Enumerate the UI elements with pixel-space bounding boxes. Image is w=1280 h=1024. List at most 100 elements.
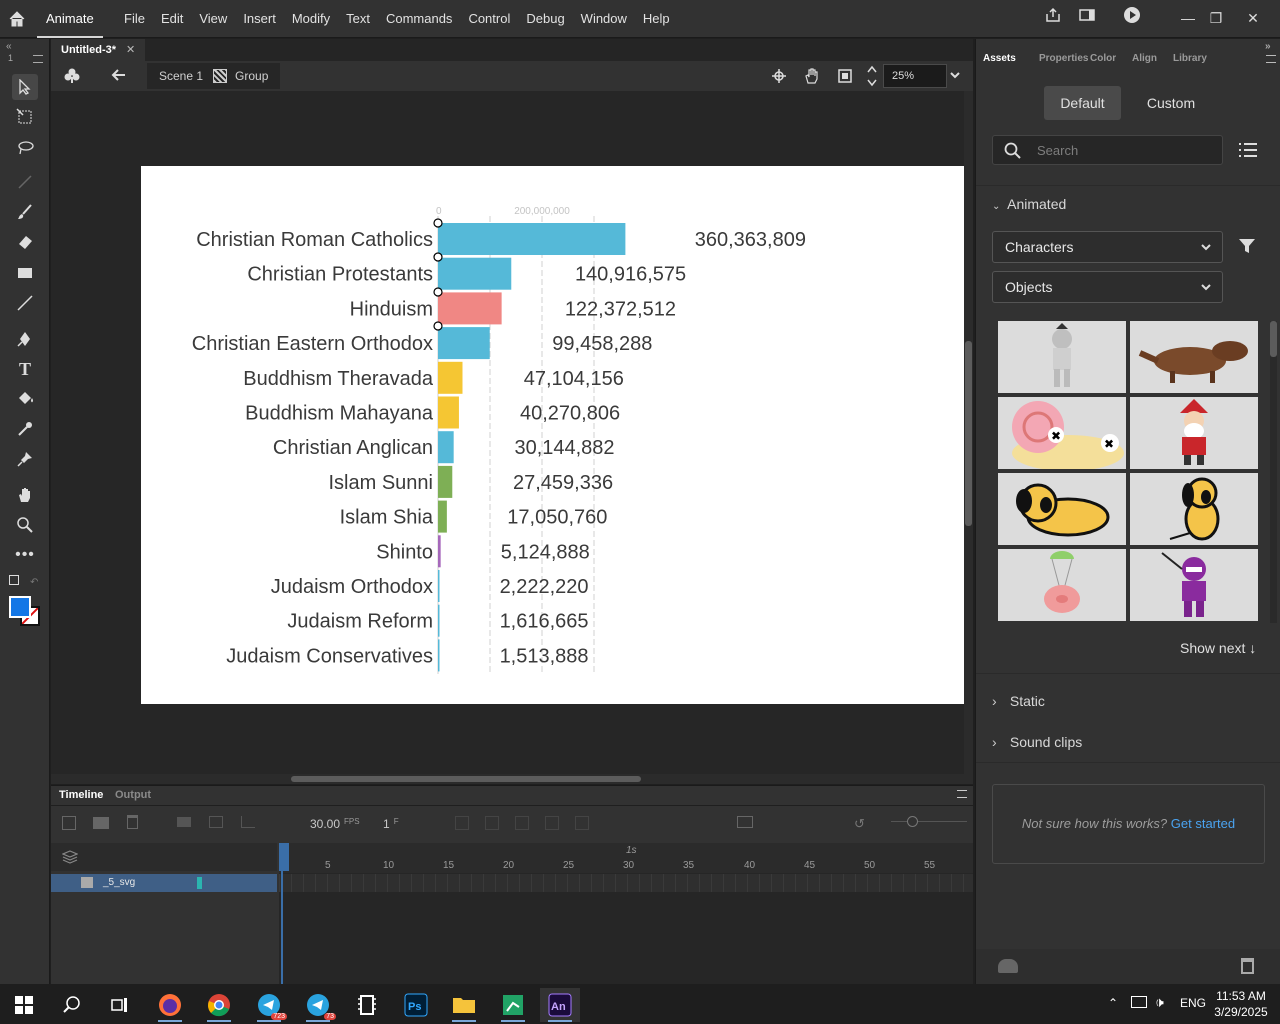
free-transform-tool-icon[interactable]: [12, 104, 38, 130]
frame-cell[interactable]: [711, 874, 712, 892]
photoshop-icon[interactable]: Ps: [396, 988, 436, 1022]
asset-ninja-thumbnail[interactable]: [1130, 549, 1258, 621]
publish-icon[interactable]: [1041, 6, 1065, 30]
frame-cell[interactable]: [411, 874, 412, 892]
windows-start-icon[interactable]: [4, 988, 44, 1022]
spreadsheet-icon[interactable]: [493, 988, 533, 1022]
frame-cell[interactable]: [891, 874, 892, 892]
expand-panel-icon[interactable]: »: [1265, 41, 1271, 52]
frame-cell[interactable]: [471, 874, 472, 892]
frame-cell[interactable]: [939, 874, 940, 892]
frame-cell[interactable]: [723, 874, 724, 892]
frame-cell[interactable]: [615, 874, 616, 892]
frame-display[interactable]: 1F: [383, 817, 399, 831]
file-explorer-icon[interactable]: [444, 988, 484, 1022]
default-colors-icon[interactable]: ↶: [30, 577, 38, 588]
menu-commands[interactable]: Commands: [378, 0, 460, 38]
frame-cell[interactable]: [399, 874, 400, 892]
frame-cell[interactable]: [963, 874, 964, 892]
asset-dog-lying-thumbnail[interactable]: [998, 473, 1126, 545]
breadcrumb-scene[interactable]: Scene 1: [159, 69, 203, 83]
frame-cell[interactable]: [363, 874, 364, 892]
frame-cell[interactable]: [591, 874, 592, 892]
pen-tool-icon[interactable]: [12, 326, 38, 352]
frame-cell[interactable]: [423, 874, 424, 892]
frame-cell[interactable]: [855, 874, 856, 892]
frame-cell[interactable]: [327, 874, 328, 892]
frame-cell[interactable]: [903, 874, 904, 892]
frame-cell[interactable]: [519, 874, 520, 892]
frame-cell[interactable]: [579, 874, 580, 892]
frame-cell[interactable]: [783, 874, 784, 892]
menu-debug[interactable]: Debug: [518, 0, 572, 38]
task-view-icon[interactable]: [100, 988, 140, 1022]
frame-cell[interactable]: [759, 874, 760, 892]
menu-file[interactable]: File: [116, 0, 153, 38]
list-view-icon[interactable]: [1238, 141, 1258, 162]
panel-menu-icon[interactable]: [1266, 55, 1276, 63]
input-language[interactable]: ENG: [1180, 996, 1206, 1010]
tab-align[interactable]: Align: [1132, 53, 1157, 64]
clubs-symbol-icon[interactable]: [63, 67, 81, 88]
frame-cell[interactable]: [867, 874, 868, 892]
frame-cell[interactable]: [879, 874, 880, 892]
frame-cell[interactable]: [447, 874, 448, 892]
zoom-stepper-icon[interactable]: [866, 64, 878, 91]
vertical-scroll-thumb[interactable]: [965, 341, 972, 526]
asset-snail-thumbnail[interactable]: ✖ ✖: [998, 397, 1126, 469]
delete-layer-icon[interactable]: [127, 815, 138, 829]
asset-mummy-thumbnail[interactable]: [998, 321, 1126, 393]
menu-help[interactable]: Help: [635, 0, 678, 38]
document-tab[interactable]: Untitled-3* ✕: [51, 39, 146, 61]
frame-row[interactable]: [279, 874, 973, 892]
home-icon[interactable]: [8, 10, 26, 28]
menu-control[interactable]: Control: [460, 0, 518, 38]
frame-cell[interactable]: [375, 874, 376, 892]
animated-section-header[interactable]: ⌄ Animated: [992, 196, 1066, 212]
eraser-tool-icon[interactable]: [12, 229, 38, 255]
frame-cell[interactable]: [651, 874, 652, 892]
default-segment[interactable]: Default: [1044, 86, 1121, 120]
asset-pig-parachute-thumbnail[interactable]: [998, 549, 1126, 621]
onion-outline-icon[interactable]: [485, 816, 499, 830]
frame-cell[interactable]: [303, 874, 304, 892]
menu-insert[interactable]: Insert: [235, 0, 284, 38]
frame-cell[interactable]: [555, 874, 556, 892]
frame-cell[interactable]: [603, 874, 604, 892]
frame-cell[interactable]: [807, 874, 808, 892]
center-stage-icon[interactable]: [771, 68, 787, 87]
menu-view[interactable]: View: [191, 0, 235, 38]
menu-text[interactable]: Text: [338, 0, 378, 38]
brush-tool-icon[interactable]: [12, 199, 38, 225]
restore-icon[interactable]: ❐: [1204, 6, 1228, 30]
frame-cell[interactable]: [339, 874, 340, 892]
insert-tween-icon[interactable]: [737, 816, 753, 828]
selection-tool-icon[interactable]: [12, 74, 38, 100]
tab-timeline[interactable]: Timeline: [59, 789, 103, 801]
screen-mode-icon[interactable]: [1075, 6, 1099, 30]
frame-cell[interactable]: [483, 874, 484, 892]
tab-color[interactable]: Color: [1090, 53, 1116, 64]
telegram-icon[interactable]: 73: [298, 988, 338, 1022]
swap-colors-icon[interactable]: [9, 575, 19, 585]
delete-asset-icon[interactable]: [1241, 958, 1254, 974]
onion-skin-icon[interactable]: [455, 816, 469, 830]
volume-icon[interactable]: 🕩: [1155, 994, 1164, 1011]
breadcrumb-group[interactable]: Group: [235, 69, 268, 83]
pin-tool-icon[interactable]: [12, 446, 38, 472]
frame-cell[interactable]: [915, 874, 916, 892]
chrome-icon[interactable]: [199, 988, 239, 1022]
playhead[interactable]: [279, 843, 289, 985]
frame-cell[interactable]: [819, 874, 820, 892]
frame-cell[interactable]: [507, 874, 508, 892]
graph-icon[interactable]: [241, 816, 255, 828]
custom-segment[interactable]: Custom: [1131, 86, 1211, 120]
rotate-stage-icon[interactable]: [803, 67, 821, 88]
text-tool-icon[interactable]: T: [12, 356, 38, 382]
collapse-icon[interactable]: «: [6, 41, 12, 52]
menu-window[interactable]: Window: [573, 0, 635, 38]
line-tool-icon[interactable]: [12, 290, 38, 316]
frame-cell[interactable]: [747, 874, 748, 892]
frame-cell[interactable]: [387, 874, 388, 892]
zoom-dropdown-icon[interactable]: [949, 69, 961, 84]
